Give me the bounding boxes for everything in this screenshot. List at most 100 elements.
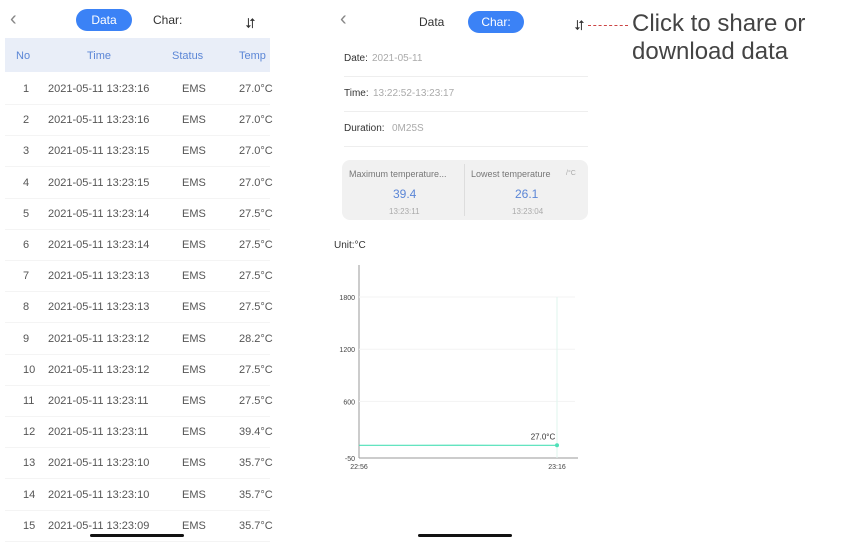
x-tick-label: 22:56 [350,464,368,471]
cell-no: 1 [23,83,30,95]
table-row: 3 2021-05-11 13:23:15 EMS 27.0°C [5,135,273,168]
cell-temp: 27.5°C [239,395,273,407]
cell-temp: 27.5°C [239,207,273,220]
table-row: 4 2021-05-11 13:23:15 EMS 27.0°C [5,167,273,199]
cell-temp: 35.7°C [239,488,273,501]
date-label: Date: [344,53,368,64]
cell-status: EMS [182,363,206,376]
temperature-chart: 1800 1200 600 -5022:56 23:16 27.0°C [339,265,578,471]
table-row: 1 2021-05-11 13:23:16 EMS 27.0°C [5,73,273,105]
col-no: No [16,50,31,62]
cell-status: EMS [182,519,206,532]
cell-temp: 35.7°C [239,457,273,470]
table-row: 14 2021-05-11 13:23:10 EMS 35.7°C [5,479,273,511]
cell-no: 2 [23,114,30,127]
cell-no: 12 [23,426,36,439]
cell-time: 2021-05-11 13:23:11 [48,426,149,439]
temperature-summary-card: Maximum temperature... 39.4 13:23:11 Low… [342,160,588,220]
point-label: 27.0°C [531,432,556,441]
info-time: Time: 13:22:52-13:23:17 [344,77,588,112]
cell-status: EMS [182,332,206,345]
cell-status: EMS [182,301,206,314]
data-point [555,443,559,448]
cell-no: 15 [23,519,36,532]
share-icon[interactable]: ⮃ [245,15,256,32]
cell-no: 8 [23,301,30,314]
cell-no: 4 [23,176,30,189]
table-row: 10 2021-05-11 13:23:12 EMS 27.5°C [5,354,273,386]
cell-temp: 27.0°C [239,145,273,158]
min-value: 26.1 [515,187,539,201]
cell-status: EMS [182,114,206,127]
min-time: 13:23:04 [512,207,544,216]
cell-temp: 27.0°C [239,176,273,189]
cell-time: 2021-05-11 13:23:12 [48,332,150,345]
cell-temp: 27.5°C [239,270,273,283]
unit-label: Unit:°C [334,240,366,251]
cell-time: 2021-05-11 13:23:13 [48,270,150,283]
y-tick-label: 1800 [339,295,355,302]
time-label: Time: [344,88,369,99]
tab-chart[interactable]: Char: [153,13,182,27]
share-icon-right[interactable]: ⮃ [574,17,585,34]
cell-time: 2021-05-11 13:23:13 [48,301,150,314]
info-duration: Duration: 0M25S [344,112,588,147]
cell-no: 13 [23,457,36,470]
cell-no: 14 [23,488,36,501]
col-temp: Temp [239,50,266,62]
cell-status: EMS [182,426,206,439]
cell-status: EMS [182,395,206,407]
cell-no: 7 [23,270,30,283]
back-button[interactable]: ‹ [10,8,17,31]
annotation: Click to share or download data [632,10,806,65]
duration-label: Duration: [344,123,385,134]
table-row: 6 2021-05-11 13:23:14 EMS 27.5°C [5,229,273,261]
cell-time: 2021-05-11 13:23:14 [48,207,150,220]
table-row: 2 2021-05-11 13:23:16 EMS 27.0°C [5,104,273,137]
cell-temp: 27.5°C [239,301,273,314]
cell-no: 10 [23,363,36,376]
cell-no: 5 [23,207,30,220]
cell-no: 11 [23,395,35,407]
table-row: 7 2021-05-11 13:23:13 EMS 27.5°C [5,260,273,293]
min-unit: /°C [566,170,576,177]
col-time: Time [87,50,112,62]
cell-no: 6 [23,239,30,251]
cell-status: EMS [182,488,206,501]
cell-status: EMS [182,145,206,158]
y-tick-label: 600 [343,399,355,406]
home-indicator [90,534,184,537]
cell-temp: 27.0°C [239,83,273,95]
cell-status: EMS [182,83,206,95]
cell-temp: 27.5°C [239,363,273,376]
back-button-right[interactable]: ‹ [340,8,347,31]
table-row: 5 2021-05-11 13:23:14 EMS 27.5°C [5,198,273,230]
cell-status: EMS [182,176,206,189]
cell-status: EMS [182,457,206,470]
cell-temp: 27.0°C [239,114,273,127]
tab-data[interactable]: Data [76,9,132,31]
tab-data-right[interactable]: Data [419,15,444,29]
cell-time: 2021-05-11 13:23:14 [48,239,150,251]
y-tick-label: -50 [345,456,355,463]
cell-time: 2021-05-11 13:23:16 [48,114,150,127]
x-tick-label: 23:16 [548,464,566,471]
cell-time: 2021-05-11 13:23:15 [48,145,150,158]
table-row: 11 2021-05-11 13:23:11 EMS 27.5°C [5,385,273,417]
cell-time: 2021-05-11 13:23:12 [48,363,150,376]
cell-time: 2021-05-11 13:23:10 [48,488,150,501]
cell-status: EMS [182,270,206,283]
y-tick-label: 1200 [339,347,355,354]
annotation-line [588,25,628,26]
max-time: 13:23:11 [389,207,420,216]
duration-value: 0M25S [392,123,424,134]
cell-status: EMS [182,207,206,220]
cell-temp: 35.7°C [239,519,273,532]
cell-temp: 27.5°C [239,239,273,251]
info-date: Date: 2021-05-11 [344,42,588,77]
tab-chart-right[interactable]: Char: [468,11,524,33]
cell-time: 2021-05-11 13:23:15 [48,176,150,189]
table-row: 9 2021-05-11 13:23:12 EMS 28.2°C [5,323,273,355]
cell-no: 9 [23,332,30,345]
table-header [5,38,270,72]
